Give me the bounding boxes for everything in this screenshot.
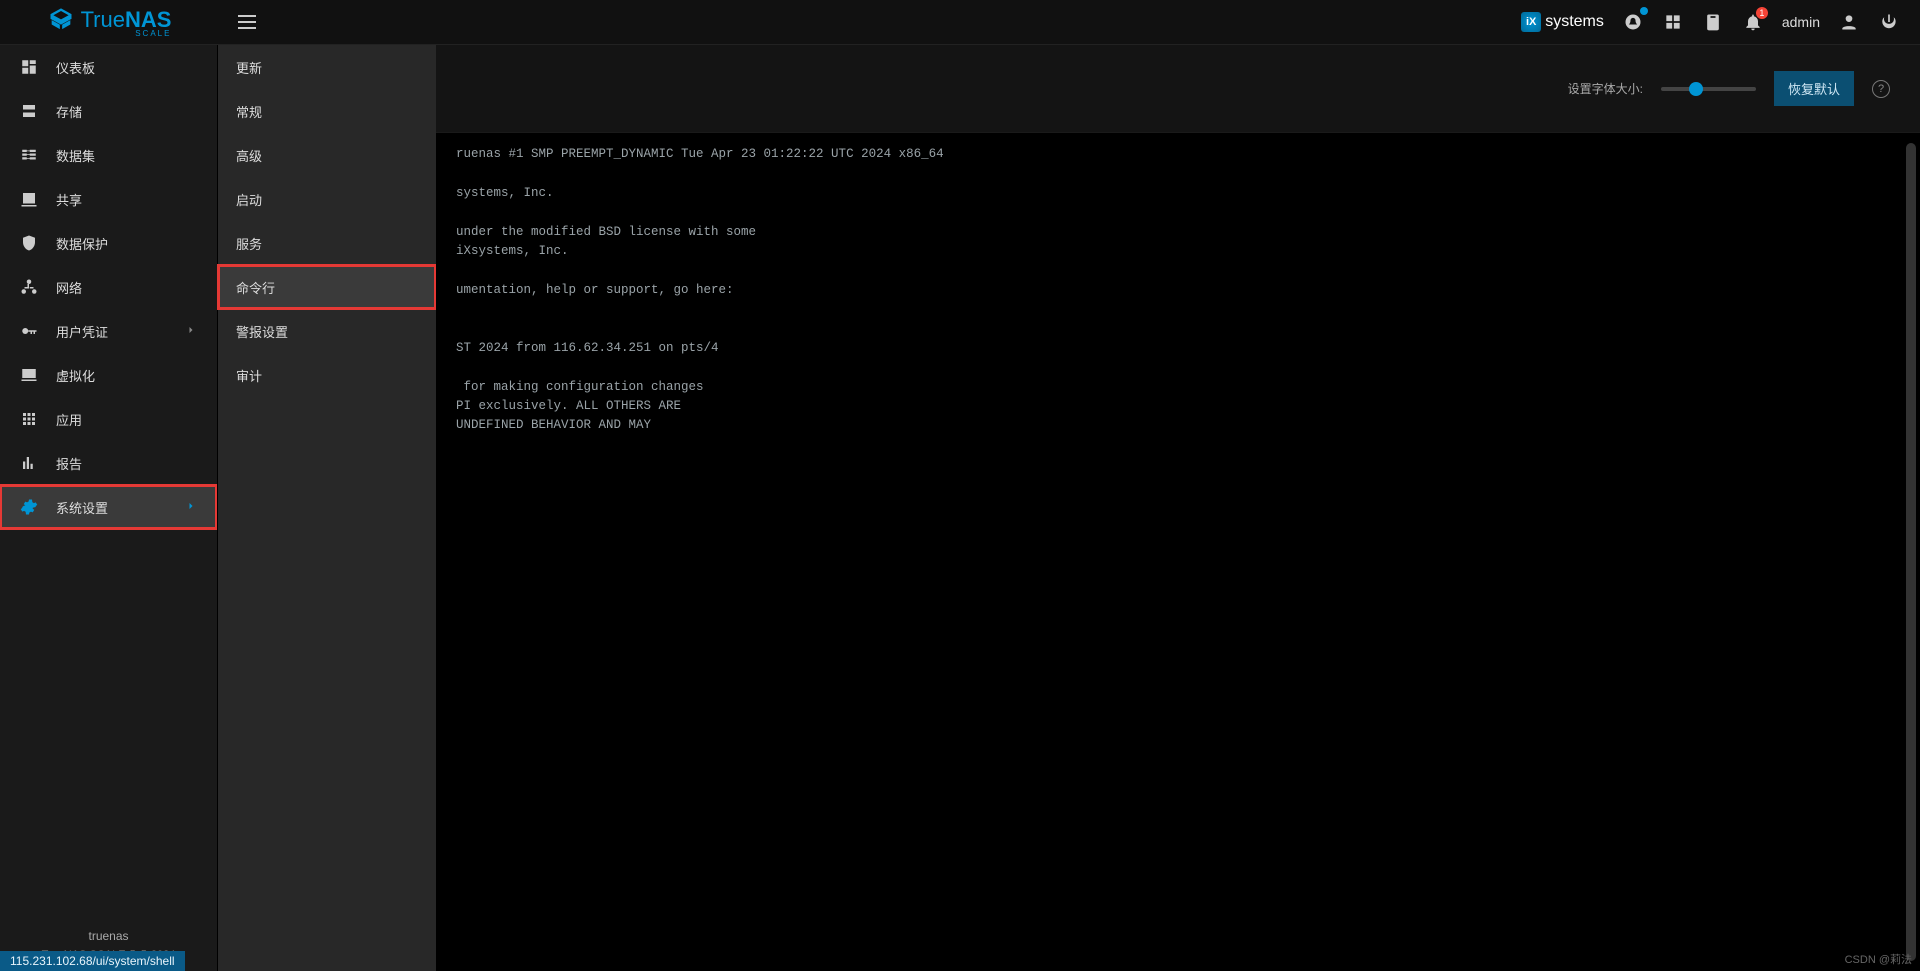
sidebar-item-virtualization[interactable]: 虚拟化	[0, 353, 217, 397]
ixsystems-logo[interactable]: iX systems	[1521, 12, 1604, 32]
sidebar-item-shares[interactable]: 共享	[0, 177, 217, 221]
topbar: TrueNAS SCALE iX systems 1 admin	[0, 0, 1920, 45]
sidebar-item-label: 虚拟化	[56, 366, 95, 385]
sidebar-item-data-protection[interactable]: 数据保护	[0, 221, 217, 265]
sidebar-item-credentials[interactable]: 用户凭证	[0, 309, 217, 353]
sidebar-item-label: 报告	[56, 454, 82, 473]
chevron-right-icon	[185, 324, 197, 339]
sidebar-item-system-settings[interactable]: 系统设置	[0, 485, 217, 529]
submenu-label: 命令行	[236, 278, 275, 297]
slider-thumb[interactable]	[1689, 82, 1703, 96]
submenu-item-alerts[interactable]: 警报设置	[218, 309, 436, 353]
clipboard-icon[interactable]	[1702, 11, 1724, 33]
sidebar-item-reporting[interactable]: 报告	[0, 441, 217, 485]
sidebar-item-label: 数据集	[56, 146, 95, 165]
submenu-item-general[interactable]: 常规	[218, 89, 436, 133]
terminal[interactable]: ruenas #1 SMP PREEMPT_DYNAMIC Tue Apr 23…	[436, 133, 1920, 971]
menu-toggle-button[interactable]	[238, 7, 268, 37]
submenu-item-update[interactable]: 更新	[218, 45, 436, 89]
chevron-right-icon	[185, 500, 197, 515]
sidebar-item-datasets[interactable]: 数据集	[0, 133, 217, 177]
sidebar-item-label: 网络	[56, 278, 82, 297]
reset-defaults-button[interactable]: 恢复默认	[1774, 71, 1854, 106]
help-icon[interactable]: ?	[1872, 80, 1890, 98]
account-icon[interactable]	[1838, 11, 1860, 33]
ix-text: systems	[1545, 13, 1604, 31]
checkin-icon[interactable]	[1622, 11, 1644, 33]
submenu-label: 审计	[236, 366, 262, 385]
watermark: CSDN @莉法	[1845, 951, 1912, 967]
sidebar-item-apps[interactable]: 应用	[0, 397, 217, 441]
sidebar-item-label: 系统设置	[56, 498, 108, 517]
sidebar-item-label: 共享	[56, 190, 82, 209]
logo-icon	[47, 6, 75, 39]
sidebar-item-network[interactable]: 网络	[0, 265, 217, 309]
logo-text: TrueNAS	[81, 7, 172, 32]
alerts-icon[interactable]: 1	[1742, 11, 1764, 33]
content-area: 设置字体大小: 恢复默认 ? ruenas #1 SMP PREEMPT_DYN…	[436, 45, 1920, 971]
submenu-item-services[interactable]: 服务	[218, 221, 436, 265]
submenu-item-audit[interactable]: 审计	[218, 353, 436, 397]
terminal-output: ruenas #1 SMP PREEMPT_DYNAMIC Tue Apr 23…	[456, 147, 944, 432]
shell-toolbar: 设置字体大小: 恢复默认 ?	[436, 45, 1920, 133]
checkin-badge	[1640, 7, 1648, 15]
sidebar: 仪表板 存储 数据集 共享 数据保护 网络	[0, 45, 218, 971]
sidebar-item-dashboard[interactable]: 仪表板	[0, 45, 217, 89]
submenu-label: 常规	[236, 102, 262, 121]
submenu-item-advanced[interactable]: 高级	[218, 133, 436, 177]
sidebar-item-label: 数据保护	[56, 234, 108, 253]
logo-area[interactable]: TrueNAS SCALE	[0, 6, 218, 39]
user-label[interactable]: admin	[1782, 14, 1820, 30]
scrollbar[interactable]	[1906, 143, 1916, 961]
status-bar-url: 115.231.102.68/ui/system/shell	[0, 951, 185, 971]
submenu-label: 启动	[236, 190, 262, 209]
submenu-item-shell[interactable]: 命令行	[218, 265, 436, 309]
hostname-label: truenas	[0, 929, 217, 943]
font-size-slider[interactable]	[1661, 87, 1756, 91]
truecommand-icon[interactable]	[1662, 11, 1684, 33]
submenu: 更新 常规 高级 启动 服务 命令行 警报设置 审计	[218, 45, 436, 971]
submenu-label: 警报设置	[236, 322, 288, 341]
sidebar-item-label: 存储	[56, 102, 82, 121]
topbar-right: iX systems 1 admin	[1521, 11, 1900, 33]
alerts-badge: 1	[1756, 7, 1768, 19]
sidebar-item-label: 应用	[56, 410, 82, 429]
sidebar-item-label: 用户凭证	[56, 322, 108, 341]
submenu-item-boot[interactable]: 启动	[218, 177, 436, 221]
font-size-label: 设置字体大小:	[1568, 80, 1643, 97]
sidebar-item-label: 仪表板	[56, 58, 95, 77]
sidebar-item-storage[interactable]: 存储	[0, 89, 217, 133]
submenu-label: 更新	[236, 58, 262, 77]
power-icon[interactable]	[1878, 11, 1900, 33]
submenu-label: 服务	[236, 234, 262, 253]
submenu-label: 高级	[236, 146, 262, 165]
ix-icon: iX	[1521, 12, 1541, 32]
